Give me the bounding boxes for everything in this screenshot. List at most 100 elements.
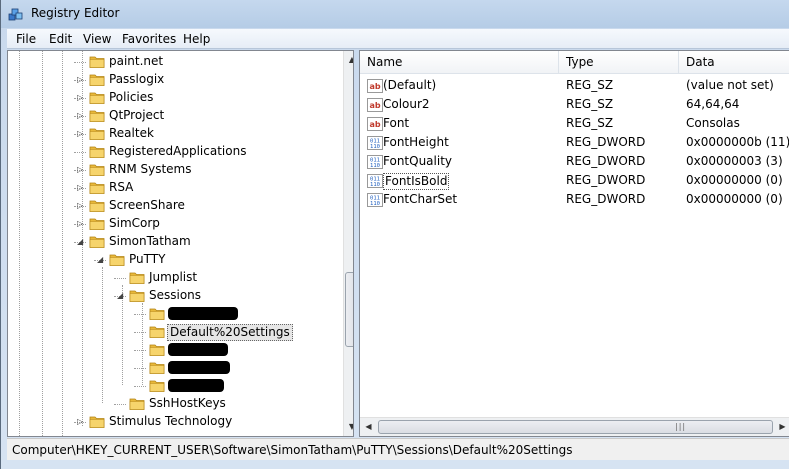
tree-guide-line bbox=[122, 285, 123, 385]
menu-favorites[interactable]: Favorites bbox=[119, 31, 179, 48]
tree-expander-icon[interactable] bbox=[137, 327, 146, 336]
value-row[interactable]: 011 110 FontIsBold REG_DWORD 0x00000000 (0) bbox=[360, 171, 789, 190]
value-row[interactable]: ab Colour2 REG_SZ 64,64,64 bbox=[360, 95, 789, 114]
column-header-name[interactable]: Name bbox=[360, 51, 559, 74]
tree-item-label[interactable]: SshHostKeys bbox=[147, 396, 228, 411]
menu-file[interactable]: File bbox=[13, 31, 39, 48]
tree-item-label[interactable]: ScreenShare bbox=[107, 198, 187, 213]
tree-expander-icon[interactable]: ◢ bbox=[117, 291, 126, 300]
folder-icon bbox=[149, 306, 165, 321]
tree-item-label[interactable]: Passlogix bbox=[107, 72, 166, 87]
window-title: Registry Editor bbox=[31, 6, 120, 20]
value-data: 0x0000000b (11) bbox=[686, 135, 789, 149]
folder-icon bbox=[89, 234, 105, 249]
tree-expander-icon[interactable]: ▷ bbox=[77, 111, 86, 120]
tree-expander-icon[interactable]: ▷ bbox=[77, 201, 86, 210]
value-type: REG_SZ bbox=[566, 78, 614, 92]
value-type: REG_DWORD bbox=[566, 154, 646, 168]
folder-icon bbox=[89, 144, 105, 159]
tree-expander-icon[interactable] bbox=[137, 345, 146, 354]
tree-item-label[interactable]: RegisteredApplications bbox=[107, 144, 248, 159]
list-scroll-thumb[interactable]: ||| bbox=[378, 420, 773, 434]
tree-expander-icon[interactable]: ▷ bbox=[77, 219, 86, 228]
folder-icon bbox=[89, 414, 105, 429]
tree-vertical-scrollbar[interactable]: ▲ ▼ bbox=[343, 51, 353, 436]
scroll-left-arrow-icon[interactable]: ◀ bbox=[360, 418, 377, 436]
folder-icon bbox=[129, 270, 145, 285]
redacted-session-name bbox=[168, 307, 238, 320]
regedit-app-icon bbox=[8, 8, 23, 21]
tree-item-label[interactable]: SimCorp bbox=[107, 216, 162, 231]
tree-expander-icon[interactable] bbox=[117, 399, 126, 408]
folder-icon bbox=[149, 378, 165, 393]
folder-icon bbox=[89, 216, 105, 231]
tree-guide-line bbox=[102, 267, 103, 403]
menu-view[interactable]: View bbox=[80, 31, 114, 48]
status-key-path: Computer\HKEY_CURRENT_USER\Software\Simo… bbox=[12, 443, 573, 457]
value-name: Font bbox=[383, 116, 410, 130]
column-header-data[interactable]: Data bbox=[679, 51, 789, 74]
value-row[interactable]: 011 110 FontHeight REG_DWORD 0x0000000b (11) bbox=[360, 133, 789, 152]
dword-value-icon: 011 110 bbox=[367, 154, 383, 170]
scroll-right-arrow-icon[interactable]: ▶ bbox=[774, 418, 789, 436]
tree-item-label[interactable]: Policies bbox=[107, 90, 155, 105]
tree-item-label[interactable]: Sessions bbox=[147, 288, 203, 303]
tree-item-label[interactable]: RNM Systems bbox=[107, 162, 193, 177]
tree-expander-icon[interactable] bbox=[77, 147, 86, 156]
scroll-down-arrow-icon[interactable]: ▼ bbox=[344, 418, 353, 435]
tree-expander-icon[interactable]: ◢ bbox=[77, 237, 86, 246]
key-tree-pane[interactable]: paint.net ▷ Passlogix ▷ Policies ▷ QtProject ▷ R… bbox=[7, 50, 354, 437]
tree-expander-icon[interactable]: ▷ bbox=[77, 93, 86, 102]
tree-expander-icon[interactable]: ▷ bbox=[77, 129, 86, 138]
tree-guide-line bbox=[42, 51, 43, 436]
tree-expander-icon[interactable] bbox=[137, 363, 146, 372]
tree-expander-icon[interactable] bbox=[137, 381, 146, 390]
tree-item-label[interactable]: paint.net bbox=[107, 54, 165, 69]
value-row[interactable]: 011 110 FontCharSet REG_DWORD 0x00000000 (0) bbox=[360, 190, 789, 209]
string-value-icon: ab bbox=[367, 97, 383, 113]
value-row[interactable]: ab (Default) REG_SZ (value not set) bbox=[360, 76, 789, 95]
values-list-pane[interactable]: Name Type Data ab (Default) REG_SZ (value n… bbox=[359, 50, 789, 437]
svg-text:110: 110 bbox=[370, 201, 380, 207]
tree-expander-icon[interactable]: ▷ bbox=[77, 165, 86, 174]
value-data: 0x00000003 (3) bbox=[686, 154, 783, 168]
redacted-session-name bbox=[168, 343, 228, 356]
menu-edit[interactable]: Edit bbox=[46, 31, 75, 48]
tree-item-label[interactable]: SimonTatham bbox=[107, 234, 193, 249]
menu-help[interactable]: Help bbox=[180, 31, 213, 48]
tree-item-label[interactable]: Jumplist bbox=[147, 270, 199, 285]
svg-text:ab: ab bbox=[369, 120, 380, 129]
tree-item-label[interactable]: Default%20Settings bbox=[167, 324, 293, 341]
value-row[interactable]: ab Font REG_SZ Consolas bbox=[360, 114, 789, 133]
column-header-type[interactable]: Type bbox=[559, 51, 679, 74]
tree-expander-icon[interactable]: ▷ bbox=[77, 417, 86, 426]
value-name: FontCharSet bbox=[383, 192, 458, 206]
tree-expander-icon[interactable] bbox=[137, 309, 146, 318]
tree-item-label[interactable]: Stimulus Technology bbox=[107, 414, 234, 429]
scroll-up-arrow-icon[interactable]: ▲ bbox=[344, 51, 353, 68]
title-bar[interactable]: Registry Editor bbox=[1, 0, 789, 28]
value-name: FontHeight bbox=[383, 135, 449, 149]
tree-item-label[interactable]: Realtek bbox=[107, 126, 156, 141]
tree-expander-icon[interactable]: ◢ bbox=[97, 255, 106, 264]
folder-icon bbox=[89, 72, 105, 87]
tree-expander-icon[interactable] bbox=[117, 273, 126, 282]
redacted-session-name bbox=[168, 379, 224, 392]
folder-icon bbox=[109, 252, 125, 267]
list-horizontal-scrollbar[interactable]: ◀ ||| ▶ bbox=[360, 417, 789, 436]
folder-icon bbox=[89, 162, 105, 177]
tree-expander-icon[interactable] bbox=[77, 57, 86, 66]
value-row[interactable]: 011 110 FontQuality REG_DWORD 0x00000003 (3) bbox=[360, 152, 789, 171]
tree-item-label[interactable]: QtProject bbox=[107, 108, 166, 123]
tree-item-label[interactable]: RSA bbox=[107, 180, 135, 195]
folder-icon bbox=[89, 108, 105, 123]
value-type: REG_DWORD bbox=[566, 192, 646, 206]
tree-expander-icon[interactable]: ▷ bbox=[77, 75, 86, 84]
folder-icon bbox=[89, 126, 105, 141]
tree-expander-icon[interactable]: ▷ bbox=[77, 183, 86, 192]
tree-guide-line bbox=[19, 51, 20, 436]
tree-scroll-thumb[interactable] bbox=[345, 272, 353, 347]
value-name: FontIsBold bbox=[383, 173, 450, 190]
tree-item-label[interactable]: PuTTY bbox=[127, 252, 167, 267]
svg-text:110: 110 bbox=[370, 144, 380, 150]
